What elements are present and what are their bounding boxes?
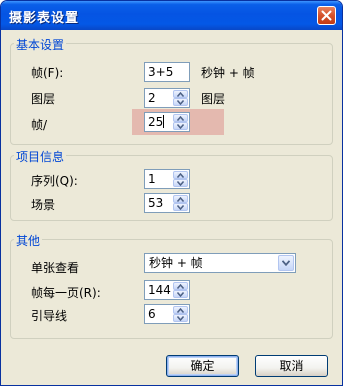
single-view-label: 单张查看 — [31, 261, 80, 275]
sheet-settings-dialog: 摄影表设置 基本设置 帧(F): 3+5 秒钟 + 帧 图层 2 图层 帧/ 2… — [0, 0, 343, 386]
frame-input[interactable]: 3+5 — [144, 62, 190, 82]
layer-spin-up[interactable] — [173, 90, 188, 98]
chevron-down-icon — [177, 181, 184, 186]
chevron-up-icon — [177, 92, 184, 97]
sequence-value: 1 — [148, 172, 156, 186]
chevron-up-icon — [177, 116, 184, 121]
fps-label: 帧/ — [31, 118, 48, 132]
chevron-down-icon — [177, 205, 184, 210]
scene-value: 53 — [148, 196, 164, 210]
fps-spin-up[interactable] — [173, 114, 188, 122]
chevron-up-icon — [177, 197, 184, 202]
chevron-down-icon — [177, 316, 184, 321]
scene-spin-up[interactable] — [173, 195, 188, 203]
single-view-dropdown-button[interactable] — [278, 255, 294, 271]
guides-value: 6 — [148, 307, 156, 321]
guides-label: 引导线 — [31, 309, 68, 323]
other-title: 其他 — [14, 232, 43, 249]
basic-settings-title: 基本设置 — [14, 36, 67, 53]
sequence-spin-down[interactable] — [173, 179, 188, 187]
title-bar[interactable]: 摄影表设置 — [1, 1, 342, 30]
sequence-spinner[interactable]: 1 — [144, 169, 190, 189]
sequence-label: 序列(Q): — [31, 174, 78, 188]
chevron-down-icon — [177, 292, 184, 297]
scene-spinner[interactable]: 53 — [144, 193, 190, 213]
fps-spinner[interactable]: 25 — [144, 112, 190, 132]
guides-spin-down[interactable] — [173, 314, 188, 322]
layer-value: 2 — [148, 91, 156, 105]
guides-spin-up[interactable] — [173, 306, 188, 314]
layer-spinner[interactable]: 2 — [144, 88, 190, 108]
frames-per-page-spinner[interactable]: 144 — [144, 280, 190, 300]
single-view-value: 秒钟 + 帧 — [149, 256, 203, 270]
close-button[interactable] — [317, 6, 336, 25]
scene-spin-down[interactable] — [173, 203, 188, 211]
chevron-up-icon — [177, 284, 184, 289]
fps-spin-down[interactable] — [173, 122, 188, 130]
project-info-title: 项目信息 — [14, 148, 67, 165]
scene-label: 场景 — [31, 198, 56, 212]
guides-spinner[interactable]: 6 — [144, 304, 190, 324]
frame-unit-label: 秒钟 + 帧 — [201, 66, 255, 80]
frames-per-page-spin-down[interactable] — [173, 290, 188, 298]
single-view-select[interactable]: 秒钟 + 帧 — [144, 253, 296, 273]
layer-spin-down[interactable] — [173, 98, 188, 106]
frames-per-page-value: 144 — [148, 283, 171, 297]
layer-unit-label: 图层 — [201, 92, 226, 106]
chevron-up-icon — [177, 308, 184, 313]
frames-per-page-label: 帧每一页(R): — [31, 286, 101, 300]
chevron-up-icon — [177, 173, 184, 178]
frame-label: 帧(F): — [31, 66, 64, 80]
sequence-spin-up[interactable] — [173, 171, 188, 179]
layer-label: 图层 — [31, 92, 56, 106]
chevron-down-icon — [177, 100, 184, 105]
chevron-down-icon — [282, 260, 290, 266]
ok-button[interactable]: 确定 — [166, 355, 239, 377]
close-icon — [321, 10, 332, 21]
frames-per-page-spin-up[interactable] — [173, 282, 188, 290]
fps-value: 25 — [148, 115, 164, 129]
cancel-button[interactable]: 取消 — [255, 355, 328, 377]
chevron-down-icon — [177, 124, 184, 129]
text-caret — [163, 115, 164, 128]
dialog-title: 摄影表设置 — [9, 11, 80, 26]
